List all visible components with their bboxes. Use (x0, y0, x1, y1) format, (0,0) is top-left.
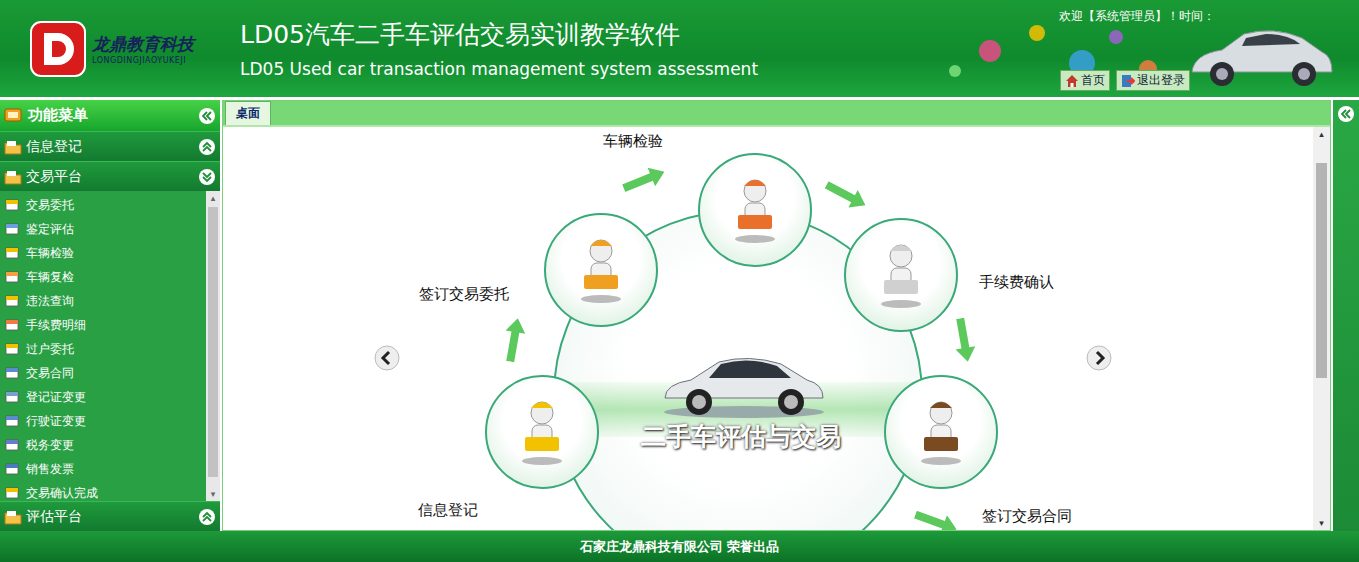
figure-icon (720, 175, 790, 245)
sidebar-section[interactable]: 信息登记 (0, 131, 220, 161)
step-node[interactable] (544, 213, 658, 327)
figure-icon (866, 240, 936, 310)
sidebar: 功能菜单信息登记交易平台交易委托鉴定评估车辆检验车辆复检违法查询手续费明细过户委… (0, 100, 220, 531)
step-node[interactable] (698, 153, 812, 267)
tab[interactable]: 桌面 (225, 101, 271, 125)
sidebar-item[interactable]: 税务变更 (0, 433, 206, 457)
sidebar-header: 功能菜单 (0, 100, 220, 131)
next-button[interactable] (1086, 345, 1112, 371)
chevron-right-icon (1086, 345, 1112, 371)
sidebar-item[interactable]: 交易确认完成 (0, 481, 206, 501)
sidebar-item[interactable]: 违法查询 (0, 289, 206, 313)
welcome-text: 欢迎【系统管理员】！时间： (1059, 8, 1215, 25)
header-right: 欢迎【系统管理员】！时间： 首页退出登录 (929, 0, 1359, 97)
flow-arrow-icon (822, 176, 870, 214)
app-subtitle: LD05 Used car transaction management sys… (240, 59, 758, 79)
step-label: 车辆检验 (601, 130, 665, 153)
content-scrollbar[interactable]: ▴▾ (1313, 127, 1330, 530)
item-icon (5, 462, 20, 476)
collapse-icon[interactable] (198, 107, 216, 125)
logo-text: 龙鼎教育科技 (92, 33, 194, 56)
sidebar-section[interactable]: 交易平台 (0, 161, 220, 191)
sidebar-item[interactable]: 交易合同 (0, 361, 206, 385)
item-icon (5, 342, 20, 356)
right-bar (1333, 100, 1359, 531)
sidebar-item[interactable]: 登记证变更 (0, 385, 206, 409)
figure-icon (906, 397, 976, 467)
expand-icon[interactable] (198, 138, 216, 156)
main-panel: 桌面二手车评估与交易 车辆检验签订交易委托 手续费确认信息登记 签订交易合同 ▴▾ (222, 100, 1331, 531)
flow-arrow-icon (620, 162, 668, 197)
expand-icon[interactable] (198, 508, 216, 526)
sidebar-item[interactable]: 车辆检验 (0, 241, 206, 265)
step-node[interactable] (884, 375, 998, 489)
folder-icon (4, 139, 22, 155)
item-icon (5, 270, 20, 284)
sidebar-items: 交易委托鉴定评估车辆检验车辆复检违法查询手续费明细过户委托交易合同登记证变更行驶… (0, 191, 220, 501)
sidebar-item[interactable]: 过户委托 (0, 337, 206, 361)
item-icon (5, 414, 20, 428)
item-icon (5, 438, 20, 452)
step-label: 信息登记 (416, 499, 480, 522)
prev-button[interactable] (374, 345, 400, 371)
sidebar-scrollbar[interactable]: ▴▾ (206, 191, 220, 501)
logout-icon (1121, 74, 1135, 88)
sidebar-item[interactable]: 行驶证变更 (0, 409, 206, 433)
sidebar-section[interactable]: 评估平台 (0, 501, 220, 531)
sidebar-item[interactable]: 手续费明细 (0, 313, 206, 337)
folder-icon (4, 509, 22, 525)
step-node[interactable] (844, 218, 958, 332)
step-node[interactable] (485, 375, 599, 489)
tab-bar: 桌面 (223, 101, 1330, 125)
logout-button[interactable]: 退出登录 (1116, 70, 1190, 91)
item-icon (5, 198, 20, 212)
expand-icon[interactable] (198, 168, 216, 186)
process-diagram: 二手车评估与交易 车辆检验签订交易委托 手续费确认信息登记 签订交易合同 (223, 127, 1313, 530)
menu-icon (4, 108, 22, 124)
folder-icon (4, 169, 22, 185)
car-icon (1184, 14, 1334, 94)
sidebar-item[interactable]: 交易委托 (0, 193, 206, 217)
flow-arrow-icon (950, 317, 977, 364)
sidebar-item[interactable]: 鉴定评估 (0, 217, 206, 241)
flow-arrow-icon (500, 317, 527, 364)
sports-car-icon (659, 342, 829, 422)
sidebar-item[interactable]: 销售发票 (0, 457, 206, 481)
figure-icon (507, 397, 577, 467)
flow-arrow-icon (912, 505, 960, 530)
chevron-left-icon (374, 345, 400, 371)
figure-icon (566, 235, 636, 305)
app-title: LD05汽车二手车评估交易实训教学软件 (240, 18, 758, 51)
home-button[interactable]: 首页 (1060, 70, 1110, 91)
desktop-content: 二手车评估与交易 车辆检验签订交易委托 手续费确认信息登记 签订交易合同 ▴▾ (223, 125, 1330, 530)
sidebar-item[interactable]: 车辆复检 (0, 265, 206, 289)
step-label: 签订交易合同 (980, 505, 1074, 528)
item-icon (5, 246, 20, 260)
home-icon (1065, 74, 1079, 88)
center-title: 二手车评估与交易 (641, 420, 841, 453)
step-label: 手续费确认 (977, 271, 1056, 294)
expand-right-icon[interactable] (1337, 105, 1355, 123)
logo: 龙鼎教育科技LONGDINGJIAOYUKEJI (0, 21, 240, 77)
logo-icon (30, 21, 86, 77)
item-icon (5, 294, 20, 308)
logo-subtext: LONGDINGJIAOYUKEJI (92, 56, 194, 65)
item-icon (5, 318, 20, 332)
app-window: 龙鼎教育科技LONGDINGJIAOYUKEJILD05汽车二手车评估交易实训教… (0, 0, 1359, 562)
item-icon (5, 486, 20, 500)
item-icon (5, 222, 20, 236)
item-icon (5, 366, 20, 380)
item-icon (5, 390, 20, 404)
footer: 石家庄龙鼎科技有限公司 荣誉出品 (0, 531, 1359, 562)
step-label: 签订交易委托 (417, 283, 511, 306)
header: 龙鼎教育科技LONGDINGJIAOYUKEJILD05汽车二手车评估交易实训教… (0, 0, 1359, 97)
